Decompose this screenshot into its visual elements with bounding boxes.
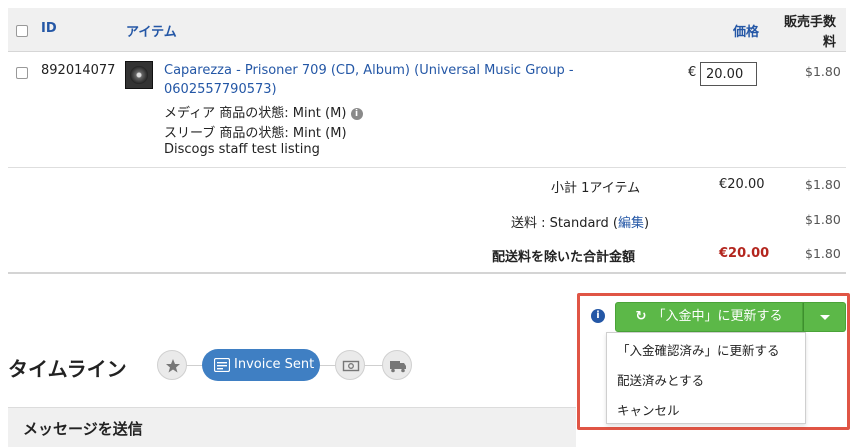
media-condition: メディア 商品の状態: Mint (M)	[164, 106, 347, 121]
timeline-step-invoice-sent[interactable]: Invoice Sent	[202, 349, 320, 381]
total-value: €20.00	[719, 246, 770, 261]
send-message-panel: メッセージを送信	[8, 407, 576, 447]
invoice-icon	[214, 358, 230, 372]
media-condition-row: メディア 商品の状態: Mint (M) i	[164, 102, 363, 121]
update-status-label: 「入金中」に更新する	[652, 309, 783, 324]
subtotal-label: 小計 1アイテム	[551, 181, 641, 196]
status-dropdown-toggle[interactable]	[803, 302, 846, 332]
row-id: 892014077	[41, 63, 116, 78]
refresh-icon: ↻	[635, 309, 647, 324]
select-all-checkbox[interactable]	[16, 25, 28, 37]
header-id[interactable]: ID	[41, 21, 57, 36]
shipping-edit-link[interactable]: 編集	[618, 216, 644, 231]
subtotal-value: €20.00	[719, 177, 765, 192]
release-title-link[interactable]: Caparezza - Prisoner 709 (CD, Album) (Un…	[164, 63, 574, 78]
total-label: 配送料を除いた合計金額	[492, 250, 636, 265]
subtotal-fee: $1.80	[805, 177, 841, 192]
price-input[interactable]	[700, 62, 757, 86]
menu-item-cancel[interactable]: キャンセル	[617, 400, 680, 419]
listing-comment: Discogs staff test listing	[164, 142, 320, 157]
info-icon[interactable]: i	[350, 107, 363, 120]
menu-item-mark-shipped[interactable]: 配送済みとする	[617, 370, 704, 389]
shipping-label-suffix: )	[644, 216, 650, 231]
timeline-step-shipping[interactable]	[382, 350, 412, 380]
shipping-label-prefix: 送料 : Standard (	[511, 216, 618, 231]
send-message-title: メッセージを送信	[23, 420, 143, 438]
star-icon	[166, 359, 180, 373]
status-dropdown-menu: 「入金確認済み」に更新する 配送済みとする キャンセル	[606, 332, 806, 424]
update-status-button[interactable]: ↻ 「入金中」に更新する	[615, 302, 803, 332]
header-item[interactable]: アイテム	[126, 21, 177, 40]
row-fee: $1.80	[805, 64, 841, 79]
row-checkbox[interactable]	[16, 67, 28, 79]
cd-disc-icon	[130, 66, 148, 84]
cash-icon	[342, 360, 360, 372]
total-fee: $1.80	[805, 246, 841, 261]
truck-icon	[390, 361, 406, 373]
header-price[interactable]: 価格	[733, 21, 759, 40]
row-divider	[8, 167, 846, 168]
summary-divider	[8, 272, 846, 274]
sleeve-condition: スリーブ 商品の状態: Mint (M)	[164, 126, 347, 141]
timeline-title: タイムライン	[8, 357, 127, 381]
header-fee-line2: 料	[823, 35, 837, 50]
currency-symbol: €	[688, 65, 697, 80]
release-thumbnail[interactable]	[125, 61, 153, 89]
shipping-label: 送料 : Standard (編集)	[511, 212, 649, 231]
caret-down-icon	[820, 315, 830, 320]
shipping-fee: $1.80	[805, 212, 841, 227]
menu-item-payment-received[interactable]: 「入金確認済み」に更新する	[617, 340, 780, 359]
timeline-step-star[interactable]	[157, 350, 187, 380]
status-info-icon[interactable]: i	[591, 309, 605, 323]
header-fee-line1: 販売手数	[784, 15, 837, 30]
timeline-active-label: Invoice Sent	[234, 357, 315, 372]
release-catno-link[interactable]: 0602557790573)	[164, 82, 277, 97]
timeline-step-payment[interactable]	[335, 350, 365, 380]
